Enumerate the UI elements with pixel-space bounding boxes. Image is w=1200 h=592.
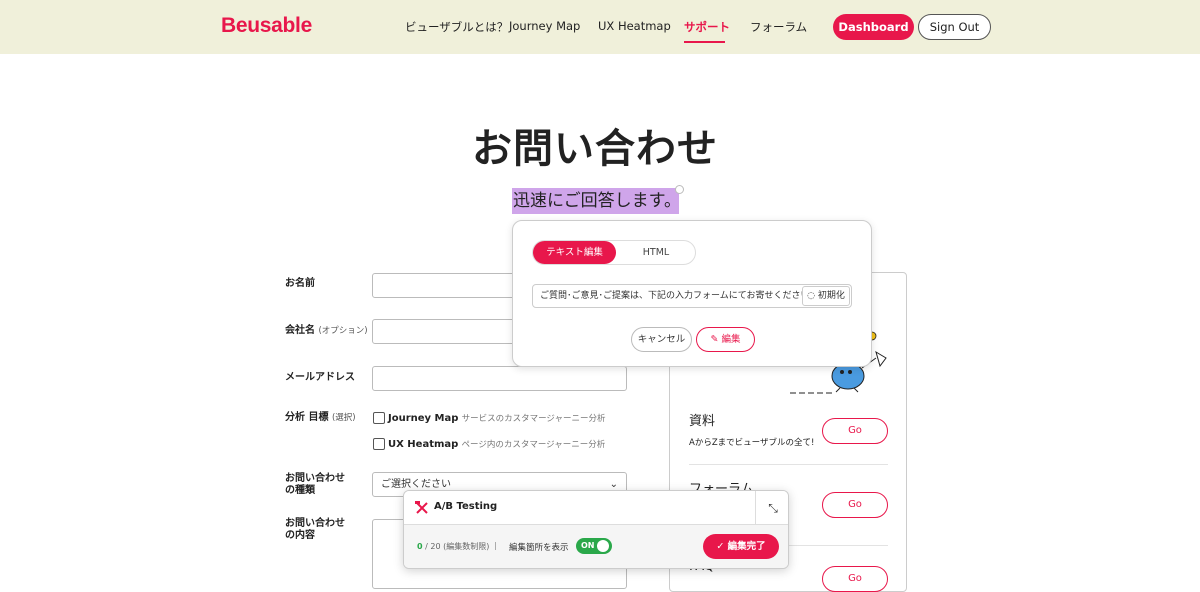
ux-heatmap-checkbox[interactable]: [373, 438, 385, 450]
goal-label: 分析 目標 (選択): [285, 412, 356, 423]
top-header: Beusable ビューザブルとは？ Journey Map UX Heatma…: [0, 0, 1200, 54]
edit-mode-tabs: テキスト編集 HTML: [532, 240, 696, 265]
goal-optional-note: (選択): [331, 413, 356, 423]
sign-out-button[interactable]: Sign Out: [918, 14, 991, 40]
ab-testing-panel: A/B Testing ⤡ 0 / 20 (編集数制限) | 編集箇所を表示 O…: [403, 490, 789, 569]
nav-item-forum[interactable]: フォーラム: [750, 19, 807, 35]
minimize-icon[interactable]: ⤡: [755, 491, 788, 525]
docs-go-button[interactable]: Go: [822, 418, 888, 444]
card-divider: [689, 464, 888, 465]
ab-panel-header: A/B Testing ⤡: [404, 491, 788, 525]
company-label: 会社名 (オプション): [285, 325, 368, 336]
page-subtitle-selected[interactable]: 迅速にご回答します。: [512, 188, 681, 214]
toggle-knob: [597, 540, 609, 552]
tab-text-edit[interactable]: テキスト編集: [533, 241, 616, 264]
docs-title: 資料: [689, 414, 716, 429]
nav-active-underline: [684, 41, 725, 43]
edit-count: 0 / 20 (編集数制限): [417, 542, 490, 551]
nav-item-journey-map[interactable]: Journey Map: [509, 19, 580, 33]
name-label: お名前: [285, 278, 315, 289]
ab-panel-footer: 0 / 20 (編集数制限) | 編集箇所を表示 ON ✓ 編集完了: [404, 525, 788, 568]
nav-item-ux-heatmap[interactable]: UX Heatmap: [598, 19, 671, 33]
dashboard-button[interactable]: Dashboard: [833, 14, 914, 40]
email-field[interactable]: [372, 366, 627, 391]
page-title: お問い合わせ: [472, 126, 718, 172]
ab-panel-title: A/B Testing: [434, 501, 498, 512]
company-optional-note: (オプション): [318, 326, 368, 336]
show-edits-toggle[interactable]: ON: [576, 538, 612, 554]
inquiry-content-label: お問い合わせ の内容: [285, 518, 345, 541]
footer-separator: |: [494, 541, 497, 550]
faq-go-button[interactable]: Go: [822, 566, 888, 592]
text-edit-popup: テキスト編集 HTML ご質問･ご意見･ご提案は、下記の入力フォームにてお寄せく…: [512, 220, 872, 367]
reset-icon: ◌: [807, 291, 815, 301]
forum-go-button[interactable]: Go: [822, 492, 888, 518]
docs-desc: AからZまでビューザブルの全て!: [689, 438, 815, 448]
tools-icon: [415, 501, 428, 514]
apply-edit-button[interactable]: ✎ 編集: [696, 327, 755, 352]
email-label: メールアドレス: [285, 372, 355, 383]
name-field[interactable]: [372, 273, 517, 298]
show-edits-label: 編集箇所を表示: [509, 543, 569, 553]
journey-map-option: Journey Map サービスのカスタマージャーニー分析: [388, 413, 606, 424]
ux-heatmap-option: UX Heatmap ページ内のカスタマージャーニー分析: [388, 439, 606, 450]
nav-item-about[interactable]: ビューザブルとは？: [405, 19, 508, 35]
cancel-button[interactable]: キャンセル: [631, 327, 692, 352]
journey-map-checkbox[interactable]: [373, 412, 385, 424]
reset-button[interactable]: ◌ 初期化: [802, 286, 850, 306]
check-icon: ✓: [716, 541, 725, 552]
beusable-logo[interactable]: Beusable: [221, 14, 312, 38]
tab-html[interactable]: HTML: [616, 241, 696, 264]
finish-edit-button[interactable]: ✓ 編集完了: [703, 534, 779, 559]
edit-pencil-icon: ✎: [710, 334, 719, 345]
inquiry-type-label: お問い合わせ の種類: [285, 473, 345, 496]
edit-handle-icon[interactable]: [675, 185, 684, 194]
nav-item-support[interactable]: サポート: [684, 19, 730, 35]
company-field[interactable]: [372, 319, 517, 344]
